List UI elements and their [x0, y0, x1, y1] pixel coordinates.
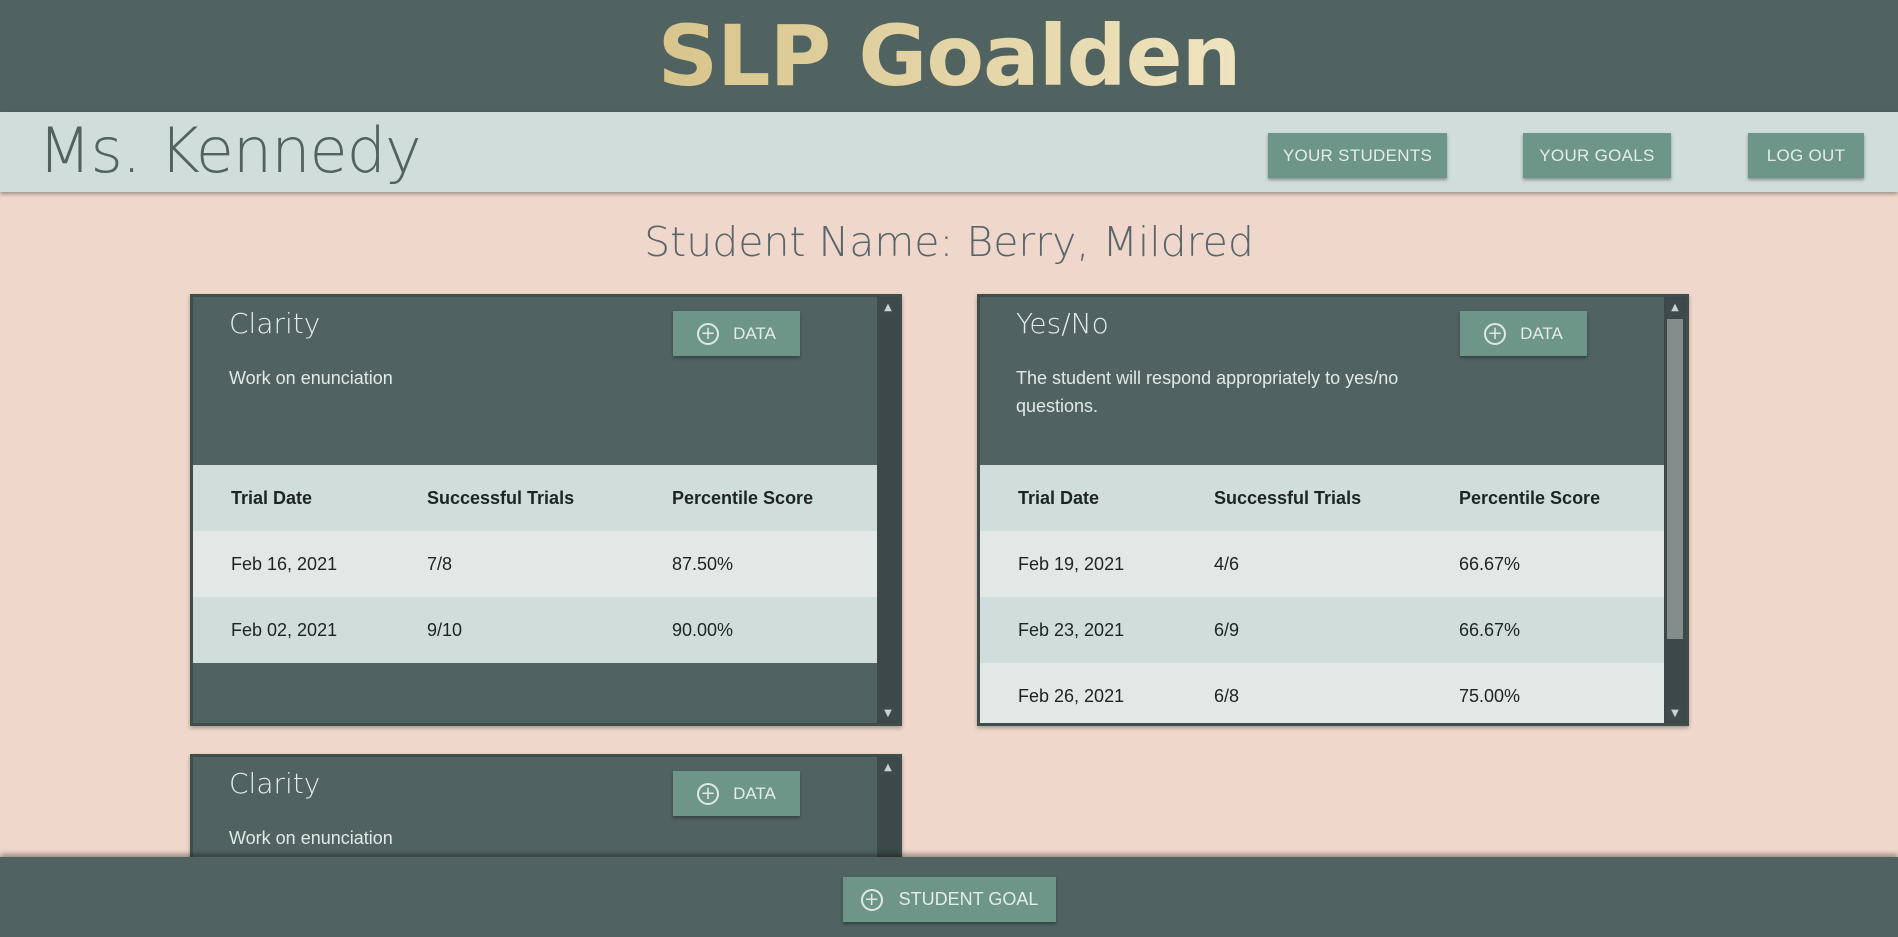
teacher-bar: Ms. Kennedy YOUR STUDENTS YOUR GOALS LOG… [0, 112, 1898, 192]
your-students-button[interactable]: YOUR STUDENTS [1268, 133, 1447, 178]
goal-card: Yes/No + DATA The student will respond a… [977, 294, 1689, 726]
successful-trials: 9/10 [389, 597, 634, 663]
student-name-heading: Student Name: Berry, Mildred [644, 218, 1254, 266]
successful-trials: 6/8 [1176, 663, 1421, 723]
card-scrollbar[interactable]: ▲ ▼ [877, 297, 899, 723]
app-title: SLP Goalden [658, 0, 1242, 112]
header-trial-date: Trial Date [980, 465, 1176, 531]
footer-bar: + STUDENT GOAL [0, 857, 1898, 937]
table-row: Feb 19, 2021 4/6 66.67% [980, 531, 1667, 597]
header-successful-trials: Successful Trials [1176, 465, 1421, 531]
goal-card-content: Yes/No + DATA The student will respond a… [980, 297, 1667, 723]
table-row: Feb 16, 2021 7/8 87.50% [193, 531, 880, 597]
teacher-name: Ms. Kennedy [38, 114, 422, 187]
add-data-label: DATA [733, 323, 776, 343]
plus-circle-icon: + [697, 782, 720, 805]
table-header-row: Trial Date Successful Trials Percentile … [980, 465, 1667, 531]
add-data-button[interactable]: + DATA [673, 771, 800, 816]
successful-trials: 6/9 [1176, 597, 1421, 663]
trial-date: Feb 16, 2021 [193, 531, 389, 597]
trial-date: Feb 23, 2021 [980, 597, 1176, 663]
goal-description: Work on enunciation [229, 828, 393, 848]
goal-card-content: Clarity + DATA Work on enunciation Trial… [193, 297, 880, 723]
goal-description: Work on enunciation [229, 368, 393, 388]
chevron-up-icon[interactable]: ▲ [880, 299, 896, 315]
plus-circle-icon: + [697, 322, 720, 345]
trial-table: Trial Date Successful Trials Percentile … [980, 465, 1667, 723]
successful-trials: 4/6 [1176, 531, 1421, 597]
percentile-score: 87.50% [634, 531, 880, 597]
table-header-row: Trial Date Successful Trials Percentile … [193, 465, 880, 531]
trial-date: Feb 19, 2021 [980, 531, 1176, 597]
trial-date: Feb 02, 2021 [193, 597, 389, 663]
percentile-score: 66.67% [1421, 531, 1667, 597]
add-data-label: DATA [733, 783, 776, 803]
trial-date: Feb 26, 2021 [980, 663, 1176, 723]
table-row: Feb 02, 2021 9/10 90.00% [193, 597, 880, 663]
add-data-button[interactable]: + DATA [1460, 311, 1587, 356]
card-scrollbar[interactable]: ▲ ▼ [1664, 297, 1686, 723]
header-successful-trials: Successful Trials [389, 465, 634, 531]
goal-card: Clarity + DATA Work on enunciation Trial… [190, 294, 902, 726]
percentile-score: 90.00% [634, 597, 880, 663]
plus-circle-icon: + [1484, 322, 1507, 345]
your-goals-button[interactable]: YOUR GOALS [1523, 133, 1671, 178]
add-data-label: DATA [1520, 323, 1563, 343]
percentile-score: 66.67% [1421, 597, 1667, 663]
header-percentile-score: Percentile Score [1421, 465, 1667, 531]
header-trial-date: Trial Date [193, 465, 389, 531]
successful-trials: 7/8 [389, 531, 634, 597]
add-student-goal-label: STUDENT GOAL [898, 889, 1039, 909]
trial-table: Trial Date Successful Trials Percentile … [193, 465, 880, 663]
scrollbar-thumb[interactable] [1667, 319, 1683, 639]
plus-circle-icon: + [860, 888, 883, 911]
app-header: SLP Goalden [0, 0, 1898, 112]
table-row: Feb 26, 2021 6/8 75.00% [980, 663, 1667, 723]
chevron-up-icon[interactable]: ▲ [880, 759, 896, 775]
goal-title: Clarity [229, 767, 321, 800]
add-student-goal-button[interactable]: + STUDENT GOAL [843, 877, 1056, 922]
chevron-down-icon[interactable]: ▼ [880, 705, 896, 721]
chevron-up-icon[interactable]: ▲ [1667, 299, 1683, 315]
chevron-down-icon[interactable]: ▼ [1667, 705, 1683, 721]
goal-title: Yes/No [1016, 307, 1109, 340]
goal-title: Clarity [229, 307, 321, 340]
percentile-score: 75.00% [1421, 663, 1667, 723]
table-row: Feb 23, 2021 6/9 66.67% [980, 597, 1667, 663]
header-percentile-score: Percentile Score [634, 465, 880, 531]
log-out-button[interactable]: LOG OUT [1748, 133, 1864, 178]
goal-description: The student will respond appropriately t… [1016, 368, 1399, 416]
add-data-button[interactable]: + DATA [673, 311, 800, 356]
